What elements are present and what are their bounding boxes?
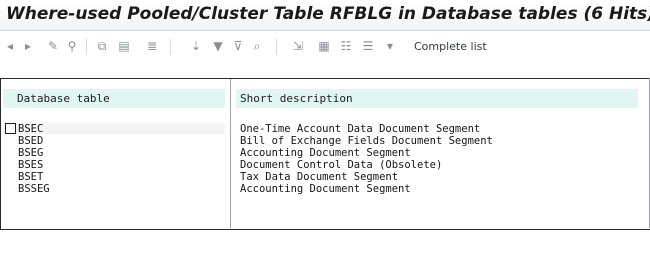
window-title: Where-used Pooled/Cluster Table RFBLG in…	[6, 4, 650, 24]
table-cell-description: Tax Data Document Segment	[240, 171, 399, 183]
display-icon[interactable]: ⚲	[66, 39, 78, 53]
details-icon[interactable]: ▾	[384, 39, 396, 53]
table-cell-description: Document Control Data (Obsolete)	[240, 159, 443, 171]
back-icon[interactable]: ◂	[4, 39, 16, 53]
export-icon[interactable]: ⇲	[292, 39, 304, 53]
row-select-checkbox[interactable]	[5, 123, 16, 134]
table-cell-name[interactable]: BSSEG	[18, 184, 50, 195]
edit-icon[interactable]: ✎	[47, 39, 59, 53]
sort-descending-icon[interactable]: ▼	[212, 39, 224, 53]
forward-icon[interactable]: ▸	[22, 39, 34, 53]
toolbar-separator	[276, 39, 277, 55]
table-cell-name[interactable]: BSES	[18, 160, 43, 171]
table-cell-description: Bill of Exchange Fields Document Segment	[240, 135, 493, 147]
complete-list-button[interactable]: Complete list	[414, 40, 487, 53]
filter-icon[interactable]: ⊽	[232, 39, 244, 53]
table-cell-name[interactable]: BSEC	[18, 124, 43, 135]
toolbar-separator	[170, 39, 171, 55]
toolbar-separator	[86, 39, 87, 55]
select-all-icon[interactable]: ☷	[340, 39, 352, 53]
layout-icon[interactable]: ▦	[318, 39, 330, 53]
column-divider	[230, 79, 231, 228]
print-preview-icon[interactable]: ≣	[146, 39, 158, 53]
copy-icon[interactable]: ⧉	[96, 39, 108, 53]
find-icon[interactable]: ⌕	[251, 39, 263, 53]
title-bar: Where-used Pooled/Cluster Table RFBLG in…	[0, 0, 650, 31]
application-toolbar: ◂ ▸ ✎ ⚲ ⧉ ▤ ≣ ⇣ ▼ ⊽ ⌕ ⇲ ▦ ☷ ☰ ▾ Complete…	[0, 31, 650, 63]
deselect-icon[interactable]: ☰	[362, 39, 374, 53]
column-header-short-description[interactable]: Short description	[236, 89, 638, 108]
sort-ascending-icon[interactable]: ⇣	[190, 39, 202, 53]
table-cell-name[interactable]: BSEG	[18, 148, 43, 159]
print-icon[interactable]: ▤	[118, 39, 130, 53]
column-header-database-table[interactable]: Database table	[3, 89, 225, 108]
table-cell-name[interactable]: BSED	[18, 136, 43, 147]
table-cell-description: One-Time Account Data Document Segment	[240, 123, 481, 135]
table-cell-description: Accounting Document Segment	[240, 183, 411, 195]
table-cell-name[interactable]: BSET	[18, 172, 43, 183]
table-cell-description: Accounting Document Segment	[240, 147, 411, 159]
